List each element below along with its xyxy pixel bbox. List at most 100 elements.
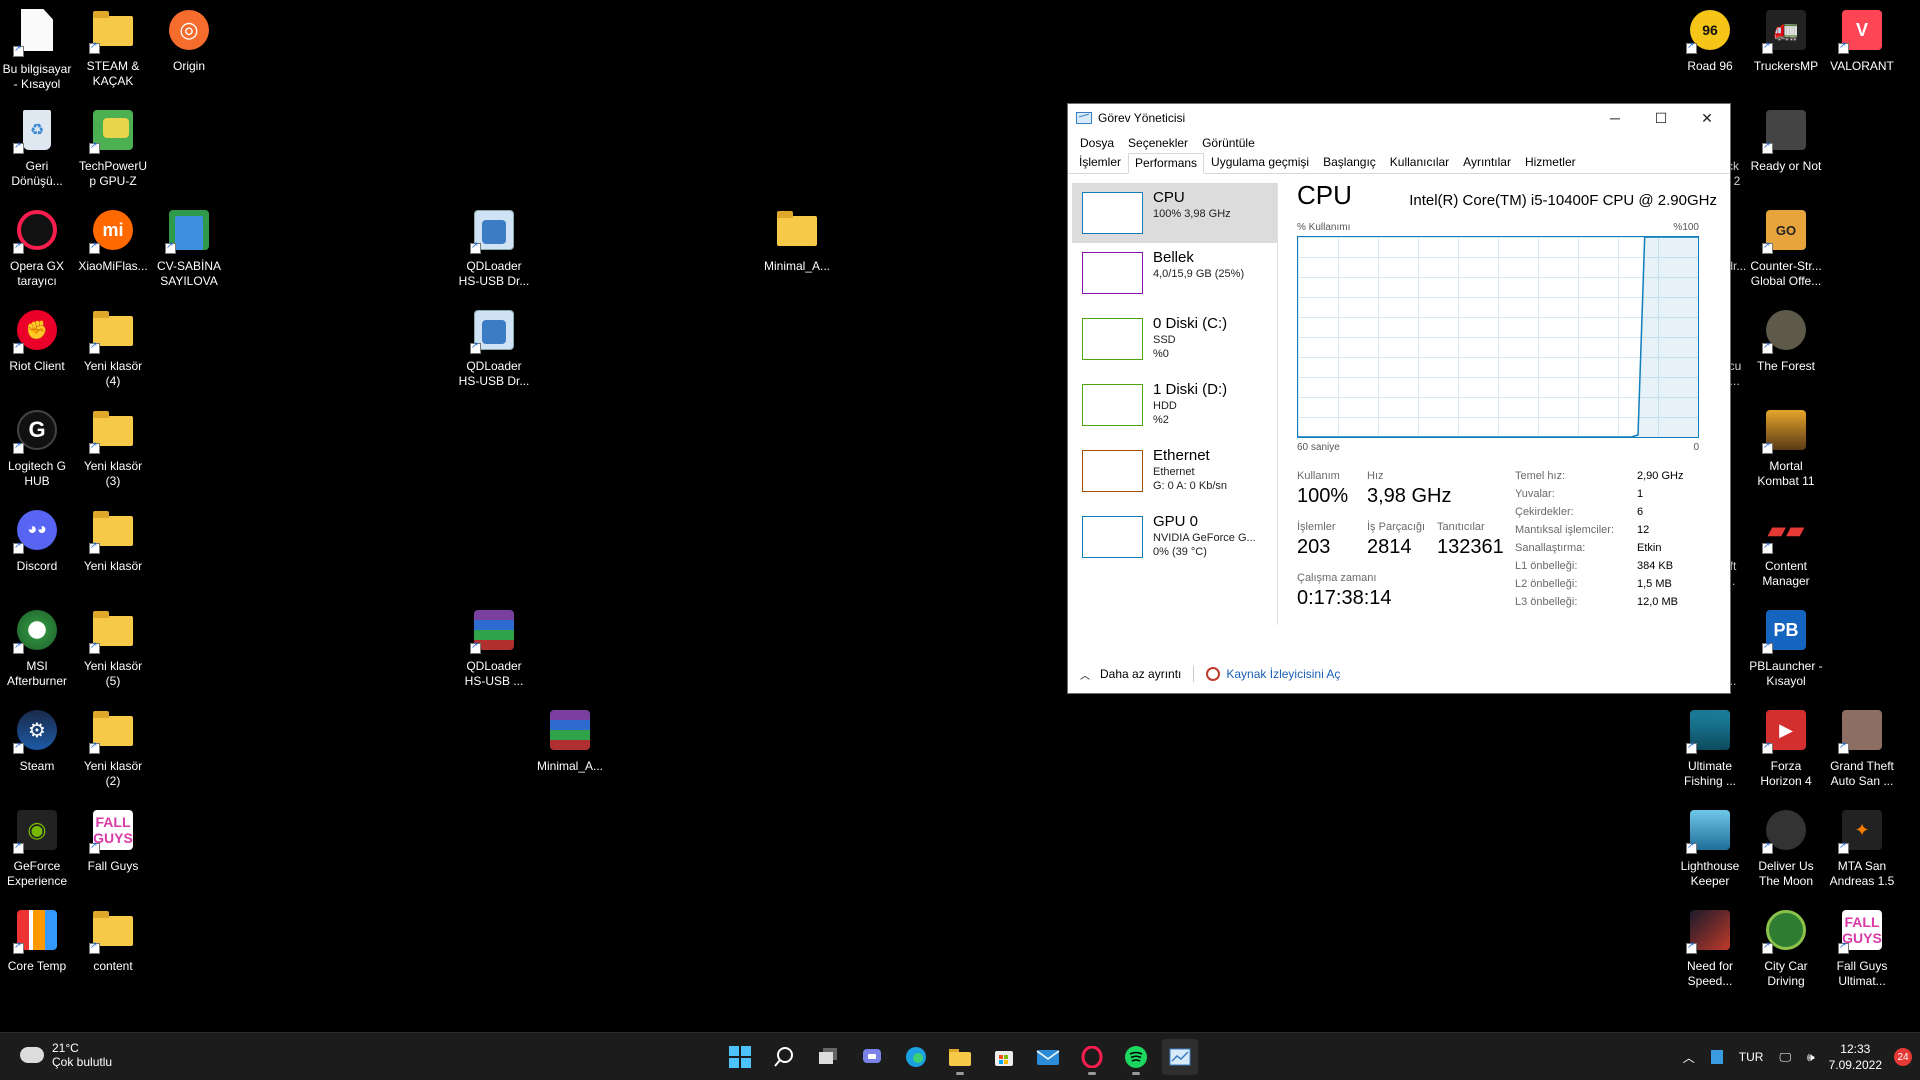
desktop-icon[interactable]: ⚙ Steam (0, 706, 74, 774)
desktop-icon[interactable]: Yeni klasör (76, 506, 150, 574)
opera-gx-button[interactable] (1074, 1039, 1110, 1075)
network-icon[interactable]: 🖵 (1779, 1050, 1791, 1065)
desktop-icon-label: Logitech G HUB (7, 459, 67, 488)
menu-file[interactable]: Dosya (1073, 136, 1121, 150)
desktop-icon[interactable]: mi XiaoMiFlas... (76, 206, 150, 274)
desktop-icon[interactable]: ◉ GeForce Experience (0, 806, 74, 889)
perf-item-detail: Ethernet (1153, 466, 1195, 478)
open-resource-monitor-link[interactable]: Kaynak İzleyicisini Aç (1226, 667, 1340, 681)
start-button[interactable] (722, 1039, 758, 1075)
tab-users[interactable]: Kullanıcılar (1383, 152, 1456, 173)
desktop-icon[interactable]: PB PBLauncher - Kısayol (1749, 606, 1823, 689)
desktop-icon-origin[interactable]: ◎ Origin (152, 6, 226, 74)
menu-view[interactable]: Görüntüle (1195, 136, 1262, 150)
search-button[interactable] (766, 1039, 802, 1075)
tab-app-history[interactable]: Uygulama geçmişi (1204, 152, 1316, 173)
tab-services[interactable]: Hizmetler (1518, 152, 1583, 173)
tab-performance[interactable]: Performans (1128, 153, 1205, 174)
language-indicator[interactable]: TUR (1739, 1050, 1764, 1064)
tab-details[interactable]: Ayrıntılar (1456, 152, 1518, 173)
perf-item-name: Ethernet (1153, 447, 1210, 464)
task-manager-window[interactable]: Görev Yöneticisi ─ ☐ ✕ Dosya Seçenekler … (1067, 103, 1731, 694)
desktop-icon-qdloader-1[interactable]: QDLoader HS-USB Dr... (457, 206, 531, 289)
teams-chat-button[interactable] (854, 1039, 890, 1075)
desktop-icon[interactable]: Yeni klasör (2) (76, 706, 150, 789)
perf-item-ethernet[interactable]: Ethernet Ethernet G: 0 A: 0 Kb/sn (1072, 441, 1277, 507)
desktop-icon[interactable]: Lighthouse Keeper (1673, 806, 1747, 889)
desktop-icon[interactable]: ♻ Geri Dönüşü... (0, 106, 74, 189)
task-view-button[interactable] (810, 1039, 846, 1075)
desktop-icon[interactable]: FALLGUYS Fall Guys Ultimat... (1825, 906, 1899, 989)
desktop-icon[interactable]: Yeni klasör (4) (76, 306, 150, 389)
desktop-icon-qdloader-2[interactable]: QDLoader HS-USB Dr... (457, 306, 531, 389)
desktop-icon-minimal-rar[interactable]: Minimal_A... (533, 706, 607, 774)
tray-app-icon[interactable] (1710, 1050, 1723, 1064)
tab-startup[interactable]: Başlangıç (1316, 152, 1383, 173)
desktop-icon[interactable]: V VALORANT (1825, 6, 1899, 74)
desktop-icon[interactable]: Grand Theft Auto San ... (1825, 706, 1899, 789)
desktop-icon[interactable]: The Forest (1749, 306, 1823, 374)
desktop-icon-qdloader-rar[interactable]: QDLoader HS-USB ... (457, 606, 531, 689)
desktop-icon[interactable]: Need for Speed... (1673, 906, 1747, 989)
desktop-icon[interactable]: Bu bilgisayar - Kısayol (0, 6, 74, 92)
mail-button[interactable] (1030, 1039, 1066, 1075)
desktop-icon[interactable]: G Logitech G HUB (0, 406, 74, 489)
desktop-icon[interactable]: ✦ MTA San Andreas 1.5 (1825, 806, 1899, 889)
desktop-icon-cv[interactable]: CV-SABİNA SAYILOVA (152, 206, 226, 289)
desktop-icon[interactable]: Yeni klasör (3) (76, 406, 150, 489)
edge-button[interactable] (898, 1039, 934, 1075)
desktop-icon[interactable]: FALLGUYS Fall Guys (76, 806, 150, 874)
folder-icon (773, 206, 821, 254)
desktop-icon[interactable]: 🚛 TruckersMP (1749, 6, 1823, 74)
desktop-icon[interactable]: ◕◕ Discord (0, 506, 74, 574)
task-manager-taskbar-button[interactable] (1162, 1039, 1198, 1075)
perf-item-gpu-0[interactable]: GPU 0 NVIDIA GeForce G... 0% (39 °C) (1072, 507, 1277, 573)
fewer-details-link[interactable]: Daha az ayrıntı (1100, 667, 1181, 681)
menu-options[interactable]: Seçenekler (1121, 136, 1195, 150)
desktop-icon[interactable]: Ultimate Fishing ... (1673, 706, 1747, 789)
spec-label: Yuvalar: (1515, 488, 1555, 500)
desktop-icon[interactable]: 96 Road 96 (1673, 6, 1747, 74)
store-button[interactable] (986, 1039, 1022, 1075)
chevron-up-icon[interactable]: ︿ (1683, 1049, 1695, 1066)
desktop-icon-minimal-folder[interactable]: Minimal_A... (760, 206, 834, 274)
clock[interactable]: 12:33 7.09.2022 (1829, 1041, 1882, 1073)
winrar-icon (546, 706, 594, 754)
recycle-bin-icon: ♻ (13, 106, 61, 154)
perf-item-bellek[interactable]: Bellek 4,0/15,9 GB (25%) (1072, 243, 1277, 309)
desktop-icon[interactable]: content (76, 906, 150, 974)
weather-widget[interactable]: 21°C Çok bulutlu (16, 1041, 112, 1069)
perf-item-0-diski-c[interactable]: 0 Diski (C:) SSD %0 (1072, 309, 1277, 375)
desktop-icon[interactable]: City Car Driving (1749, 906, 1823, 989)
desktop-icon[interactable]: ✊ Riot Client (0, 306, 74, 374)
notification-badge[interactable]: 24 (1894, 1048, 1912, 1066)
file-explorer-button[interactable] (942, 1039, 978, 1075)
usage-axis-max: %100 (1673, 222, 1699, 233)
desktop-icon[interactable]: MSI Afterburner (0, 606, 74, 689)
tab-processes[interactable]: İşlemler (1072, 152, 1128, 173)
volume-icon[interactable]: 🕪 (1807, 1050, 1815, 1065)
desktop-icon[interactable]: TechPowerUp GPU-Z (76, 106, 150, 189)
perf-item-1-diski-d[interactable]: 1 Diski (D:) HDD %2 (1072, 375, 1277, 441)
title-bar[interactable]: Görev Yöneticisi ─ ☐ ✕ (1068, 104, 1730, 132)
desktop-icon[interactable]: ▶ Forza Horizon 4 (1749, 706, 1823, 789)
processes-value: 203 (1297, 536, 1331, 558)
chevron-up-icon[interactable]: ︿ (1080, 667, 1090, 682)
minimize-button[interactable]: ─ (1592, 104, 1638, 132)
fall-guys-icon: FALL GUYS (1838, 906, 1886, 954)
desktop-icon[interactable]: STEAM & KAÇAK (76, 6, 150, 89)
road-96-icon: 96 (1686, 6, 1734, 54)
desktop-icon[interactable]: Opera GX tarayıcı (0, 206, 74, 289)
perf-item-cpu[interactable]: CPU 100% 3,98 GHz (1072, 183, 1277, 243)
desktop-icon[interactable]: Core Temp (0, 906, 74, 974)
desktop-icon[interactable]: Yeni klasör (5) (76, 606, 150, 689)
desktop-icon[interactable]: ▰▰ Content Manager (1749, 506, 1823, 589)
desktop-icon[interactable]: Ready or Not (1749, 106, 1823, 174)
cpu-usage-plot (1298, 237, 1698, 437)
spotify-button[interactable] (1118, 1039, 1154, 1075)
close-button[interactable]: ✕ (1684, 104, 1730, 132)
desktop-icon[interactable]: Deliver Us The Moon (1749, 806, 1823, 889)
desktop-icon[interactable]: GO Counter-Str... Global Offe... (1749, 206, 1823, 289)
desktop-icon[interactable]: Mortal Kombat 11 (1749, 406, 1823, 489)
maximize-button[interactable]: ☐ (1638, 104, 1684, 132)
